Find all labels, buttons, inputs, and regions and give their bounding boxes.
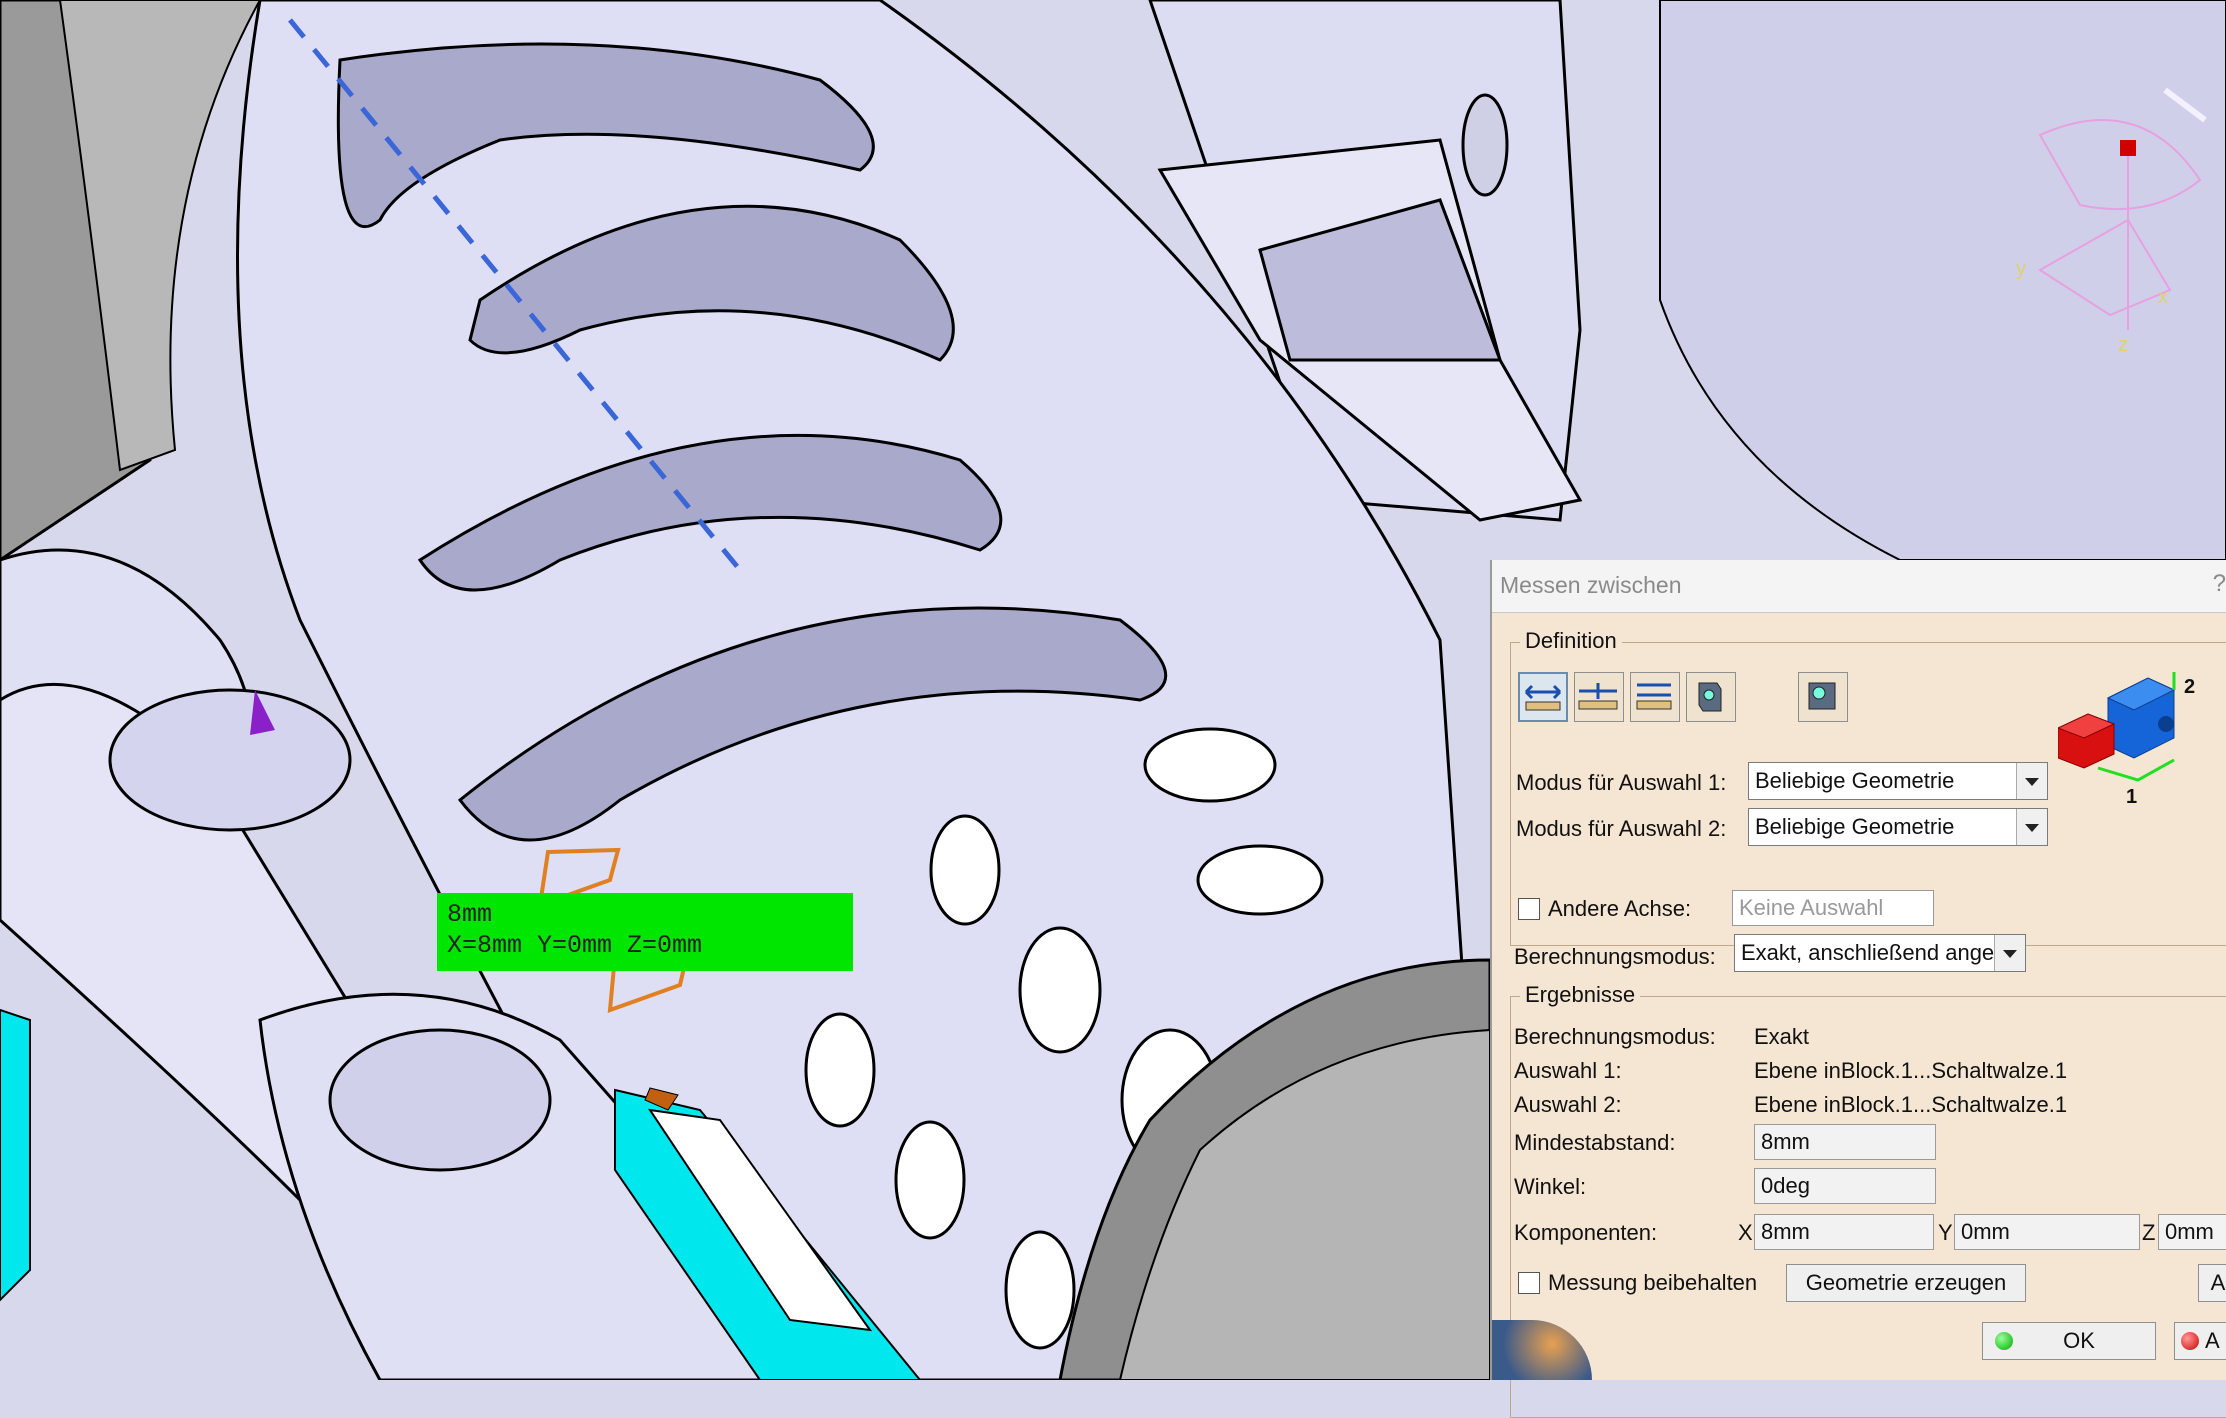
measure-between-dialog: Messen zwischen ? Definition 1 2 Modus f… [1490, 560, 2226, 1418]
selection2-value: Ebene inBlock.1...Schaltwalze.1 [1754, 1092, 2068, 1117]
cancel-label: A [2205, 1328, 2220, 1353]
result-calc-mode-value: Exakt [1754, 1024, 1810, 1049]
ok-label: OK [2063, 1328, 2095, 1353]
measure-chain-tool-button[interactable] [1574, 672, 1624, 722]
component-z-label: Z [2142, 1220, 2156, 1245]
compass-axis-y: y [2016, 258, 2026, 280]
other-axis-field[interactable]: Keine Auswahl [1732, 890, 1934, 926]
measurement-components: X=8mm Y=0mm Z=0mm [447, 931, 703, 960]
red-light-icon [2181, 1332, 2199, 1350]
measure-preview-icon [2058, 672, 2176, 782]
chevron-down-icon[interactable] [1994, 935, 2025, 971]
other-axis-checkbox[interactable] [1518, 898, 1540, 920]
keep-measure-label: Messung beibehalten [1548, 1270, 1758, 1295]
measure-customize-icon [1808, 682, 1836, 710]
component-y-label: Y [1938, 1220, 1953, 1245]
mode2-select[interactable]: Beliebige Geometrie [1748, 808, 2048, 846]
selection1-label: Auswahl 1: [1514, 1058, 1622, 1083]
component-y-field[interactable]: 0mm [1954, 1214, 2140, 1250]
measure-fan-icon [1636, 683, 1672, 710]
chevron-down-icon[interactable] [2016, 809, 2047, 845]
measure-item-tool-button[interactable] [1686, 672, 1736, 722]
help-icon[interactable]: ? [2213, 570, 2226, 598]
keep-measure-checkbox[interactable] [1518, 1272, 1540, 1294]
measure-fan-tool-button[interactable] [1630, 672, 1680, 722]
apply-button[interactable]: A [2198, 1264, 2226, 1302]
mode1-value: Beliebige Geometrie [1755, 768, 1955, 793]
cancel-button[interactable]: A [2174, 1322, 2226, 1360]
chevron-down-icon[interactable] [2016, 763, 2047, 799]
min-distance-field[interactable]: 8mm [1754, 1124, 1936, 1160]
ok-button[interactable]: OK [1982, 1322, 2156, 1360]
component-x-label: X [1738, 1220, 1753, 1245]
dialog-titlebar[interactable]: Messen zwischen ? [1492, 560, 2226, 613]
mode1-select[interactable]: Beliebige Geometrie [1748, 762, 2048, 800]
other-axis-label: Andere Achse: [1548, 896, 1692, 921]
component-x-field[interactable]: 8mm [1754, 1214, 1934, 1250]
result-calc-mode-label: Berechnungsmodus: [1514, 1024, 1716, 1049]
angle-field[interactable]: 0deg [1754, 1168, 1936, 1204]
calc-mode-value: Exakt, anschließend ange [1741, 940, 1995, 965]
calc-mode-select[interactable]: Exakt, anschließend ange [1734, 934, 2026, 972]
selection2-label: Auswahl 2: [1514, 1092, 1622, 1117]
mode2-label: Modus für Auswahl 2: [1516, 816, 1727, 841]
measure-chain-icon [1578, 683, 1618, 710]
create-geometry-button[interactable]: Geometrie erzeugen [1786, 1264, 2026, 1302]
preview-marker-1: 1 [2126, 786, 2138, 808]
selection1-value: Ebene inBlock.1...Schaltwalze.1 [1754, 1058, 2068, 1083]
measure-between-icon [1524, 684, 1562, 711]
measure-between-tool-button[interactable] [1518, 672, 1568, 722]
measure-customize-tool-button[interactable] [1798, 672, 1848, 722]
measurement-distance: 8mm [447, 900, 493, 929]
calc-mode-label: Berechnungsmodus: [1514, 944, 1716, 969]
measurement-label[interactable]: 8mm X=8mm Y=0mm Z=0mm [437, 893, 853, 971]
preview-marker-2: 2 [2184, 676, 2196, 698]
definition-group-label: Definition [1520, 628, 1622, 654]
angle-label: Winkel: [1514, 1174, 1587, 1199]
measure-item-icon [1698, 682, 1722, 712]
mode1-label: Modus für Auswahl 1: [1516, 770, 1727, 795]
green-light-icon [1995, 1332, 2013, 1350]
compass-axis-x: x [2158, 286, 2168, 308]
min-distance-label: Mindestabstand: [1514, 1130, 1676, 1155]
component-z-field[interactable]: 0mm [2158, 1214, 2226, 1250]
mode2-value: Beliebige Geometrie [1755, 814, 1955, 839]
results-group-label: Ergebnisse [1520, 982, 1641, 1008]
dialog-title: Messen zwischen [1500, 572, 1682, 598]
components-label: Komponenten: [1514, 1220, 1658, 1245]
compass-axis-z: z [2118, 334, 2128, 356]
